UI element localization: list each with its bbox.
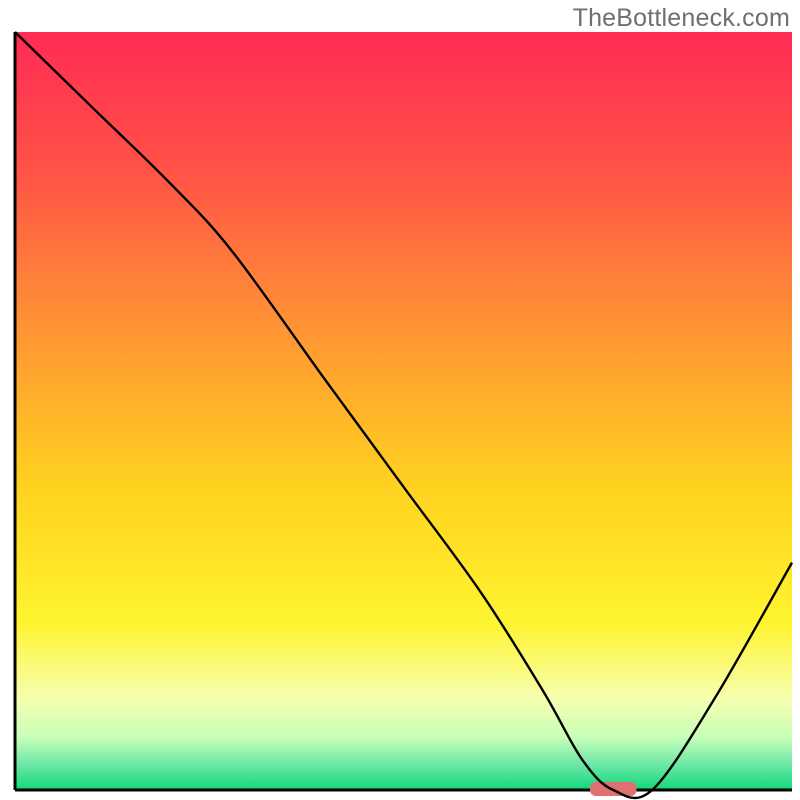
bottleneck-chart [0, 0, 800, 800]
chart-container: TheBottleneck.com [0, 0, 800, 800]
